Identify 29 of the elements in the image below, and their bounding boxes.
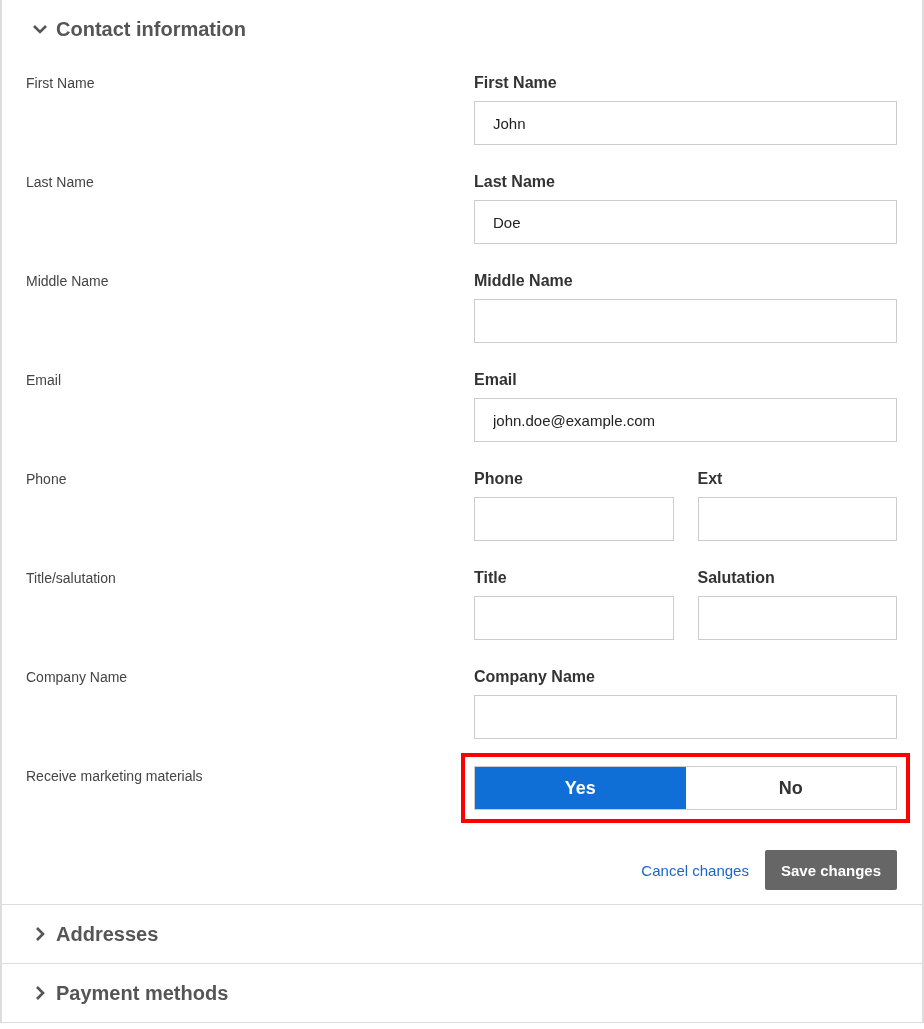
row-label: Phone [26,470,68,489]
input-field[interactable]: john.doe@example.com [474,398,897,442]
row-label: First Name [26,74,96,93]
field-label: First Name [474,73,558,93]
field-label: Last Name [474,172,556,192]
input-field[interactable] [697,596,897,640]
save-button[interactable]: Save changes [764,850,897,890]
row-label: Company Name [26,668,129,687]
input-field[interactable] [474,695,897,739]
field-label: Title [474,568,508,588]
input-field[interactable] [474,497,674,541]
input-field[interactable]: John [474,101,897,145]
row-label: Receive marketing materials [26,767,204,786]
input-field[interactable] [697,497,897,541]
field-label: Salutation [697,568,776,588]
field-label: Phone [474,469,524,489]
row-label: Email [26,371,62,390]
field-label: Company Name [474,667,596,687]
input-field[interactable] [474,596,674,640]
cancel-link[interactable]: Cancel changes [641,861,749,879]
field-label: Ext [697,469,724,489]
row-label: Last Name [26,173,95,192]
field-label: Email [474,370,518,390]
input-field[interactable]: Doe [474,200,897,244]
input-field[interactable] [474,299,897,343]
field-label: Middle Name [474,271,574,291]
row-label: Title/salutation [26,569,117,588]
toggle-option[interactable]: Yes [475,767,686,809]
row-label: Middle Name [26,272,110,291]
